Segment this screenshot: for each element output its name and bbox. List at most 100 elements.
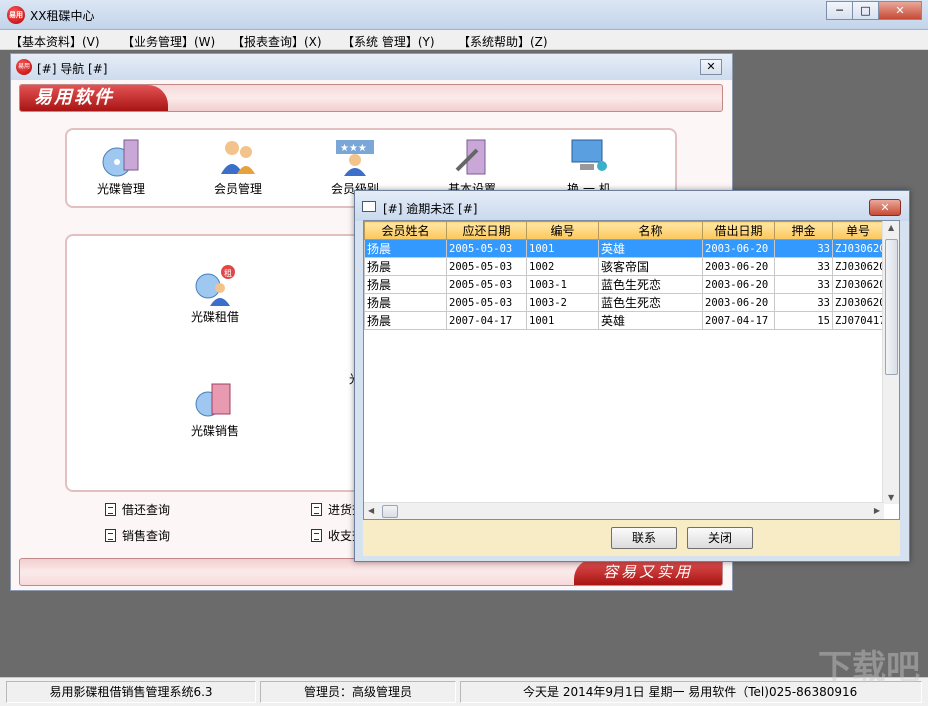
svg-text:★★★: ★★★ [340, 143, 367, 154]
status-operator: 管理员：高级管理员 [260, 681, 456, 703]
column-header[interactable]: 单号 [832, 221, 884, 240]
dialog-titlebar: [#] 逾期未还 [#] ✕ [355, 191, 909, 221]
link-sales-query[interactable]: 销售查询 [105, 527, 170, 544]
table-cell: 扬晨 [364, 239, 447, 258]
table-cell: 33 [774, 275, 833, 294]
table-cell: 1003-2 [526, 293, 599, 312]
table-cell: 2003-06-20 [702, 275, 775, 294]
nav-title: [#] 导航 [#] [37, 62, 108, 76]
table-row[interactable]: 扬晨 2005-05-03 1001 英雄 2003-06-20 33 ZJ030620 [364, 239, 884, 258]
scroll-up-icon[interactable]: ▲ [888, 223, 894, 232]
column-header[interactable]: 会员姓名 [364, 221, 447, 240]
disc-sales-icon [194, 378, 236, 420]
table-cell: 1001 [526, 239, 599, 258]
vertical-scrollbar[interactable]: ▲ ▼ [882, 221, 899, 504]
slogan: 容易又实用 [574, 559, 722, 585]
close-dialog-button[interactable]: 关闭 [687, 527, 753, 549]
close-button[interactable]: ✕ [878, 1, 922, 20]
tile-label: 光碟销售 [190, 424, 239, 438]
table-cell: ZJ030620 [832, 293, 884, 312]
tile-switch[interactable]: 换 一 机 [549, 136, 629, 197]
maximize-button[interactable]: □ [852, 1, 879, 20]
table-cell: 2003-06-20 [702, 257, 775, 276]
svg-text:租: 租 [224, 269, 232, 278]
table-cell: 英雄 [598, 311, 703, 330]
scroll-thumb[interactable] [382, 505, 398, 518]
settings-tools-icon [451, 136, 493, 178]
members-icon [217, 136, 259, 178]
horizontal-scrollbar[interactable]: ◀ ▶ [364, 502, 884, 519]
tile-label: 光碟管理 [96, 182, 145, 196]
document-icon [105, 529, 116, 542]
table-row[interactable]: 扬晨 2005-05-03 1002 骇客帝国 2003-06-20 33 ZJ030620 [364, 257, 884, 276]
scroll-down-icon[interactable]: ▼ [888, 493, 894, 502]
scroll-thumb[interactable] [885, 239, 898, 375]
app-titlebar: 易用 XX租碟中心 ─ □ ✕ [0, 0, 928, 30]
table-row[interactable]: 扬晨 2007-04-17 1001 英雄 2007-04-17 15 ZJ070417 [364, 311, 884, 330]
document-icon [311, 503, 322, 516]
table-cell: 33 [774, 239, 833, 258]
tile-disc-rental[interactable]: 租 光碟租借 [175, 264, 255, 325]
menu-system-manage[interactable]: 【系统 管理】(Y) [342, 33, 435, 50]
table-cell: 英雄 [598, 239, 703, 258]
status-system-name: 易用影碟租借销售管理系统6.3 [6, 681, 256, 703]
scroll-left-icon[interactable]: ◀ [368, 506, 374, 515]
menu-help[interactable]: 【系统帮助】(Z) [458, 33, 548, 50]
link-label: 借还查询 [122, 503, 171, 517]
window-icon [362, 201, 376, 212]
table-cell: ZJ030620 [832, 275, 884, 294]
tile-label: 光碟租借 [190, 310, 239, 324]
dialog-close-button[interactable]: ✕ [869, 199, 901, 216]
table-cell: ZJ030620 [832, 239, 884, 258]
nav-logo-icon: 易用 [16, 59, 32, 75]
column-header[interactable]: 押金 [774, 221, 833, 240]
computer-key-icon [568, 136, 610, 178]
minimize-button[interactable]: ─ [826, 1, 853, 20]
app-title: XX租碟中心 [30, 9, 95, 23]
table-row[interactable]: 扬晨 2005-05-03 1003-1 蓝色生死恋 2003-06-20 33 ZJ030… [364, 275, 884, 294]
nav-close-button[interactable]: ✕ [700, 59, 722, 75]
nav-titlebar: 易用 [#] 导航 [#] ✕ [11, 54, 732, 80]
brand-name: 易用软件 [20, 85, 168, 111]
tile-member-level[interactable]: ★★★ 会员级别 [315, 136, 395, 197]
dialog-button-bar: 联系 关闭 [363, 520, 900, 556]
table-cell: 2003-06-20 [702, 293, 775, 312]
tile-basic-settings[interactable]: 基本设置 [432, 136, 512, 197]
contact-button[interactable]: 联系 [611, 527, 677, 549]
table-header-row: 会员姓名 应还日期 编号 名称 借出日期 押金 单号 [364, 221, 884, 240]
table-cell: 2005-05-03 [446, 257, 527, 276]
document-icon [105, 503, 116, 516]
column-header[interactable]: 编号 [526, 221, 599, 240]
disc-manage-icon [100, 136, 142, 178]
table-body: 扬晨 2005-05-03 1001 英雄 2003-06-20 33 ZJ030620 扬晨… [364, 239, 884, 330]
menu-business[interactable]: 【业务管理】(W) [122, 33, 215, 50]
table-cell: 2007-04-17 [446, 311, 527, 330]
table-row[interactable]: 扬晨 2005-05-03 1003-2 蓝色生死恋 2003-06-20 33 ZJ030… [364, 293, 884, 312]
menu-reports[interactable]: 【报表查询】(X) [232, 33, 322, 50]
tile-member-manage[interactable]: 会员管理 [198, 136, 278, 197]
table-cell: 骇客帝国 [598, 257, 703, 276]
disc-rental-icon: 租 [194, 264, 236, 306]
overdue-table: 会员姓名 应还日期 编号 名称 借出日期 押金 单号 扬晨 2005-05-03 1… [364, 221, 884, 330]
link-rental-query[interactable]: 借还查询 [105, 501, 170, 518]
column-header[interactable]: 应还日期 [446, 221, 527, 240]
brand-banner: 易用软件 [19, 84, 723, 112]
member-level-icon: ★★★ [334, 136, 376, 178]
column-header[interactable]: 名称 [598, 221, 703, 240]
footer-banner: 容易又实用 [19, 558, 723, 586]
status-bar: 易用影碟租借销售管理系统6.3 管理员：高级管理员 今天是 2014年9月1日 … [0, 677, 928, 706]
overdue-dialog: [#] 逾期未还 [#] ✕ 会员姓名 应还日期 编号 名称 借出日期 押金 单… [354, 190, 910, 562]
table-cell: 1002 [526, 257, 599, 276]
table-cell: 2003-06-20 [702, 239, 775, 258]
tile-disc-manage[interactable]: 光碟管理 [81, 136, 161, 197]
menu-basic-data[interactable]: 【基本资料】(V) [10, 33, 100, 50]
scroll-right-icon[interactable]: ▶ [874, 506, 880, 515]
table-cell: 扬晨 [364, 275, 447, 294]
table-cell: 33 [774, 257, 833, 276]
overdue-grid[interactable]: 会员姓名 应还日期 编号 名称 借出日期 押金 单号 扬晨 2005-05-03 1… [363, 220, 900, 520]
column-header[interactable]: 借出日期 [702, 221, 775, 240]
tile-disc-sales[interactable]: 光碟销售 [175, 378, 255, 439]
link-label: 销售查询 [122, 529, 171, 543]
app-logo-icon: 易用 [7, 6, 25, 24]
table-cell: 蓝色生死恋 [598, 275, 703, 294]
